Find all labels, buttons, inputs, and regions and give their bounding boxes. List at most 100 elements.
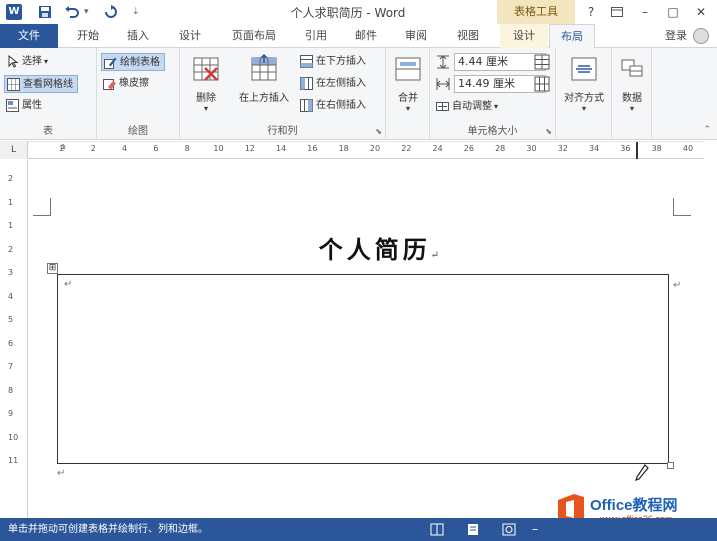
margin-crop-mark [673,198,691,216]
data-label: 数据 [622,93,642,104]
insert-right-button[interactable]: 在右侧插入 [298,97,370,115]
horizontal-ruler[interactable]: 2 2 4 6 8 10 12 14 16 18 20 22 24 26 28 30 32 34 36 38 40 ⌂ [28,141,704,159]
horizontal-ruler-track: 2 2 4 6 8 10 12 14 16 18 20 22 24 26 28 30 32 34 36 38 40 [58,142,708,159]
autofit-icon [436,101,449,111]
insert-above-button[interactable]: 在上方插入 [232,53,296,104]
table-move-handle[interactable]: ⊞ [47,263,58,274]
minimize-button[interactable]: – [634,2,656,22]
alignment-button[interactable]: 对齐方式 ▾ [558,54,610,113]
help-button[interactable]: ? [580,2,602,22]
ruler-tick-label: 12 [244,144,255,153]
autofit-label: 自动调整 [452,101,492,112]
alignment-icon [571,57,597,81]
chevron-down-icon: ▾ [44,57,49,66]
distribute-rows-icon[interactable] [534,54,550,70]
ribbon-display-options-icon[interactable] [606,2,628,22]
collapse-ribbon-icon[interactable]: ⌃ [703,125,711,135]
table-cell[interactable]: ↵ [57,274,669,464]
right-margin-marker[interactable] [636,142,638,159]
group-label-cell-size: 单元格大小 [467,126,518,137]
insert-left-icon [300,76,313,90]
tab-design[interactable]: 设计 [170,24,210,48]
avatar[interactable] [693,28,709,44]
gridlines-icon [7,77,20,91]
heading-text: 个人简历 [318,235,431,264]
properties-button[interactable]: 属性 [4,97,46,115]
ruler-tick-label: 24 [432,144,443,153]
data-button[interactable]: 数据 ▾ [614,54,650,113]
ruler-tick-label: 32 [557,144,568,153]
tab-home[interactable]: 开始 [68,24,108,48]
view-gridlines-button[interactable]: 查看网格线 [4,75,78,93]
undo-button[interactable] [64,2,80,22]
autofit-button[interactable]: 自动调整 ▾ [434,98,502,116]
table-tools-context-label: 表格工具 [497,0,575,24]
login-link[interactable]: 登录 [665,24,687,48]
paragraph-mark: ↵ [57,468,66,479]
ruler-tick-label: 36 [620,144,631,153]
table-resize-handle[interactable] [667,462,674,469]
rows-columns-launcher-icon[interactable]: ⬊ [375,127,382,136]
tab-mailings[interactable]: 邮件 [346,24,386,48]
tab-review[interactable]: 审阅 [396,24,436,48]
row-height-icon [437,55,449,69]
redo-icon [105,5,117,18]
insert-below-button[interactable]: 在下方插入 [298,53,370,71]
zoom-out-icon[interactable]: – [532,518,538,541]
insert-left-button[interactable]: 在左侧插入 [298,75,370,93]
ruler-tick-label: 2 [90,144,96,153]
ruler-tick-label: 5 [8,315,14,324]
vertical-ruler[interactable]: 2 1 1 2 3 4 5 6 7 8 9 10 11 [0,160,28,518]
cell-size-launcher-icon[interactable]: ⬊ [545,127,552,136]
distribute-columns-icon[interactable] [534,76,550,92]
insert-right-label: 在右侧插入 [316,100,366,111]
tab-insert[interactable]: 插入 [118,24,158,48]
group-label-table: 表 [43,126,53,137]
cursor-icon [8,54,19,68]
row-height-input[interactable]: 4.44 厘米▲▼ [454,53,546,71]
ruler-tick-label: 16 [307,144,318,153]
ruler-tick-label: 1 [8,197,14,207]
ruler-tick-label: 28 [495,144,506,153]
group-cell-size: 4.44 厘米▲▼ 14.49 厘米▲▼ 自动调整▾ 单元格大小 ⬊ [430,48,556,140]
save-button[interactable] [38,2,52,22]
ruler-tick-label: 10 [213,144,224,153]
left-indent-marker-icon[interactable]: ⌂ [60,142,66,159]
status-bar: 单击并拖动可创建表格并绘制行、列和边框。 – [0,518,717,541]
tab-table-layout[interactable]: 布局 [549,24,595,49]
document-heading[interactable]: 个人简历↵ [289,230,469,265]
customize-qat-icon[interactable]: ⇣ [132,2,140,22]
web-layout-icon[interactable] [502,523,516,536]
redo-button[interactable] [104,2,118,22]
save-icon [39,6,51,18]
tab-page-layout[interactable]: 页面布局 [224,24,284,48]
column-width-value: 14.49 厘米 [458,77,515,90]
delete-table-icon [193,57,219,81]
insert-below-icon [300,54,313,68]
print-layout-icon[interactable] [466,523,480,536]
undo-dropdown-icon[interactable]: ▾ [84,2,89,22]
merge-button[interactable]: 合并 ▾ [390,54,426,113]
ruler-tick-label: 7 [8,362,14,371]
merge-label: 合并 [398,93,418,104]
delete-label: 删除 [196,93,216,104]
tab-view[interactable]: 视图 [448,24,488,48]
ruler-tick-label: 2 [8,244,14,254]
margin-crop-mark [33,198,51,216]
tab-references[interactable]: 引用 [296,24,336,48]
draw-table-button[interactable]: 绘制表格 [101,53,165,71]
read-mode-icon[interactable] [430,523,444,536]
ruler-tick-label: 9 [8,409,14,418]
ruler-tick-label: 22 [401,144,412,153]
close-button[interactable]: ✕ [690,2,712,22]
select-button[interactable]: 选择 ▾ [4,53,52,71]
tab-file[interactable]: 文件 [0,24,58,48]
maximize-button[interactable]: □ [662,2,684,22]
tab-selector[interactable]: L [0,141,28,159]
word-app-icon[interactable]: W [6,4,22,20]
tab-table-design[interactable]: 设计 [500,24,548,48]
delete-button[interactable]: 删除 ▾ [186,54,226,113]
column-width-input[interactable]: 14.49 厘米▲▼ [454,75,546,93]
document-canvas[interactable]: 个人简历↵ ⊞ ↵ ↵ ↵ [29,160,717,518]
eraser-button[interactable]: 橡皮擦 [101,75,153,93]
